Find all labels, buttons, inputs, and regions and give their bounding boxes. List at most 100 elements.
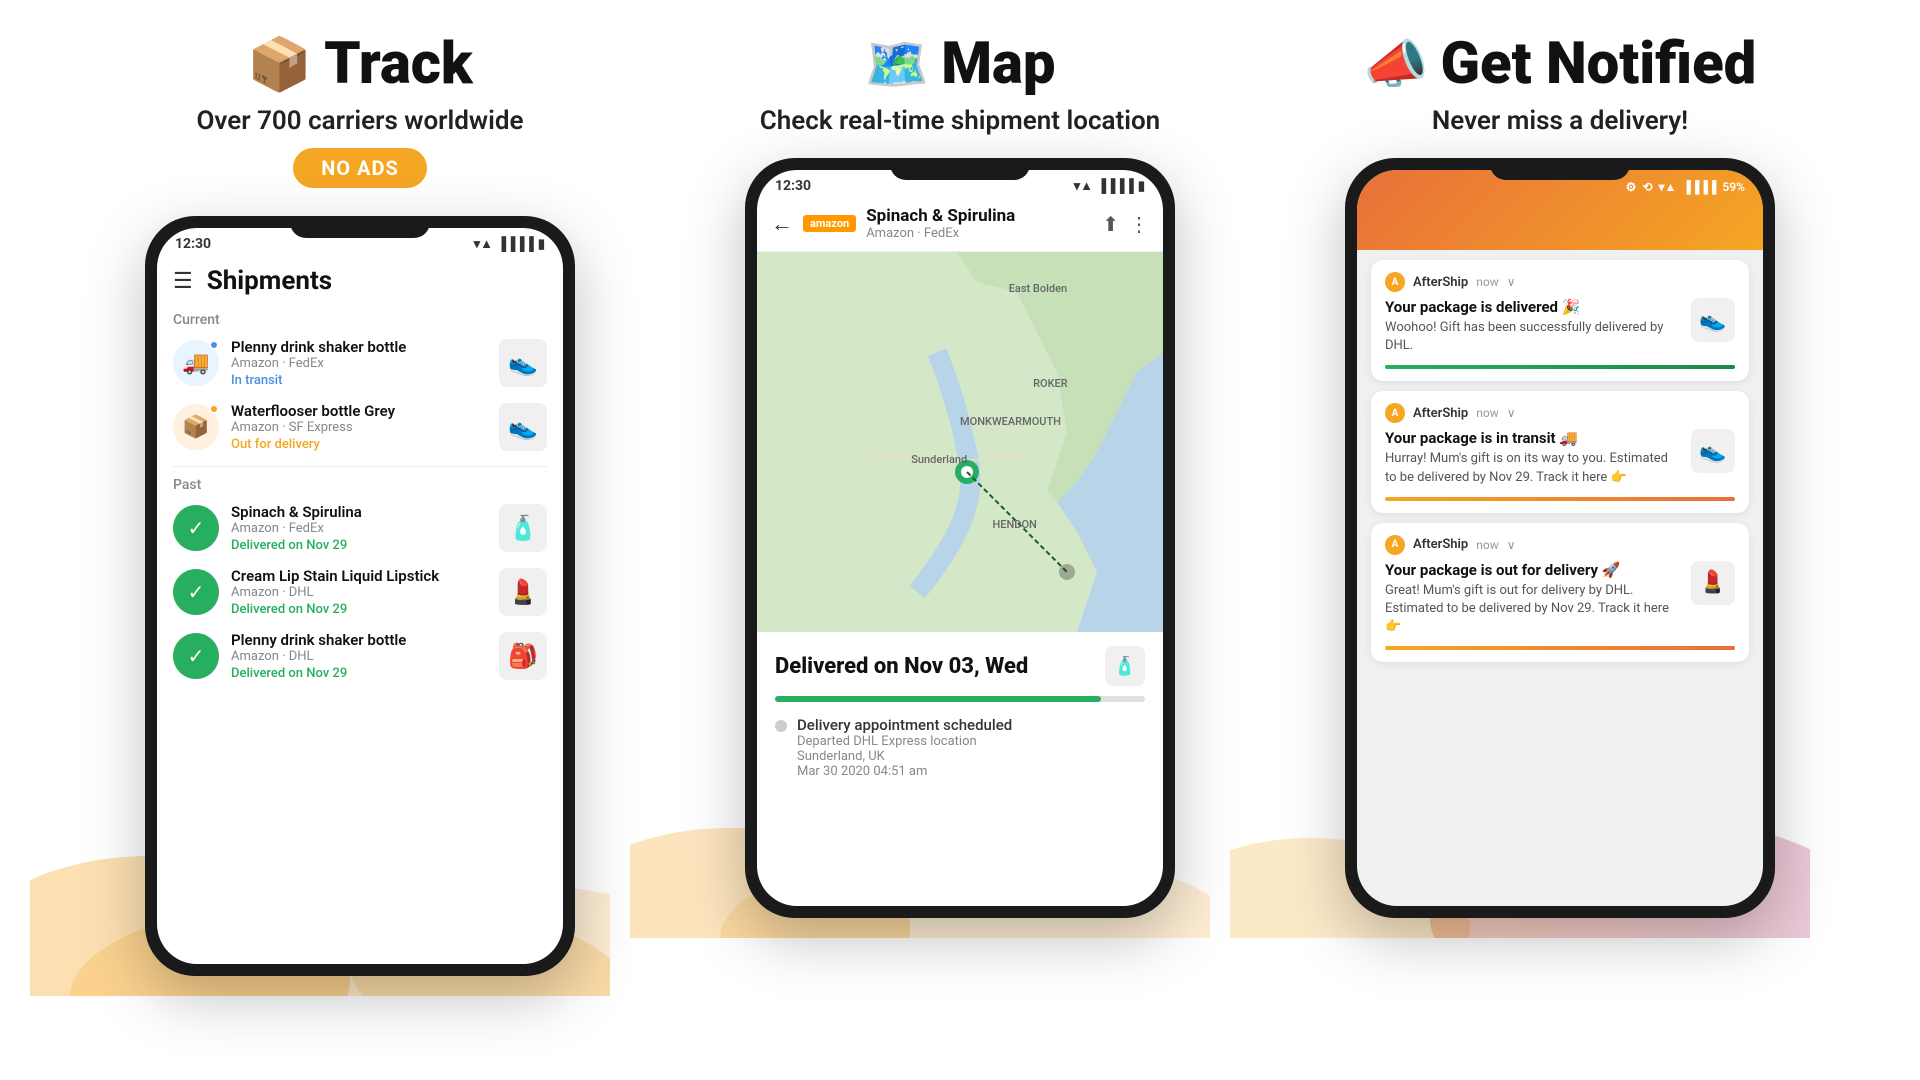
checkmark-1: ✓ <box>173 505 219 551</box>
map-bottom-info: Delivered on Nov 03, Wed 🧴 Delivery appo… <box>757 632 1163 793</box>
notif-body-1: Your package is delivered 🎉 Woohoo! Gift… <box>1385 298 1735 355</box>
map-subtitle: Check real-time shipment location <box>760 106 1160 136</box>
battery-icon: ▮ <box>538 237 545 252</box>
signal-icon-3: ▐▐▐▐ <box>1682 180 1716 194</box>
past-name-1: Spinach & Spirulina <box>231 503 487 521</box>
notif-chevron-3: ∨ <box>1507 538 1516 552</box>
map-screen-header: ← amazon Spinach & Spirulina Amazon · Fe… <box>757 198 1163 252</box>
hamburger-icon[interactable]: ☰ <box>173 269 193 294</box>
notif-title-3: Your package is out for delivery 🚀 <box>1385 561 1681 579</box>
notif-app-1: AfterShip <box>1413 275 1468 290</box>
checkmark-3: ✓ <box>173 633 219 679</box>
progress-bar <box>775 696 1145 702</box>
notif-header-2: A AfterShip now ∨ <box>1385 403 1735 423</box>
shipment-info-1: Plenny drink shaker bottle Amazon · FedE… <box>231 338 487 388</box>
notif-title-1: Your package is delivered 🎉 <box>1385 298 1681 316</box>
track-column: 📦 Track Over 700 carriers worldwide NO A… <box>70 30 650 976</box>
notif-thumb-2: 👟 <box>1691 429 1735 473</box>
shipment-info-2: Waterflooser bottle Grey Amazon · SF Exp… <box>231 402 487 452</box>
divider-1 <box>173 466 547 467</box>
delivered-date: Delivered on Nov 03, Wed 🧴 <box>775 646 1145 686</box>
notif-card-2[interactable]: A AfterShip now ∨ Your package is in tra… <box>1371 391 1749 512</box>
past-item-3[interactable]: ✓ Plenny drink shaker bottle Amazon · DH… <box>173 631 547 681</box>
bt-icon: ⚙ <box>1626 180 1637 194</box>
map-label-sunderland: Sunderland <box>911 453 967 466</box>
notif-desc-3: Great! Mum's gift is out for delivery by… <box>1385 582 1681 637</box>
aftership-logo-3: A <box>1385 535 1405 555</box>
status-time-1: 12:30 <box>175 236 211 252</box>
track-subtitle: Over 700 carriers worldwide <box>196 106 523 136</box>
map-package-carrier: Amazon · FedEx <box>866 226 1092 241</box>
truck-icon: 🚚 <box>182 351 209 376</box>
event-date: Mar 30 2020 04:51 am <box>797 764 1012 779</box>
phone-notch-2 <box>890 158 1030 180</box>
notif-time-1: now <box>1476 275 1499 289</box>
wifi-icon-3: ▾▲ <box>1659 180 1677 194</box>
event-location: Sunderland, UK <box>797 749 1012 764</box>
notify-subtitle: Never miss a delivery! <box>1432 106 1688 136</box>
past-name-3: Plenny drink shaker bottle <box>231 631 487 649</box>
notify-title: Get Notified <box>1440 30 1756 98</box>
more-icon[interactable]: ⋮ <box>1129 212 1149 236</box>
wifi-icon-2: ▾▲ <box>1074 178 1093 194</box>
notif-card-3[interactable]: A AfterShip now ∨ Your package is out fo… <box>1371 523 1749 663</box>
tracking-event: Delivery appointment scheduled Departed … <box>775 716 1145 779</box>
shipment-name-1: Plenny drink shaker bottle <box>231 338 487 356</box>
map-phone: 12:30 ▾▲ ▐▐▐▐ ▮ ← amazon Spinach & Spiru… <box>745 158 1175 918</box>
phone-notch-3 <box>1490 158 1630 180</box>
notify-column: 📣 Get Notified Never miss a delivery! <box>1270 30 1850 918</box>
notif-chevron-2: ∨ <box>1507 406 1516 420</box>
notif-header-3: A AfterShip now ∨ <box>1385 535 1735 555</box>
main-container: 📦 Track Over 700 carriers worldwide NO A… <box>0 0 1920 1080</box>
map-label-east-bolden: East Bolden <box>1009 282 1067 295</box>
phone-notch-1 <box>290 216 430 238</box>
current-section-label: Current <box>173 312 547 328</box>
notif-desc-2: Hurray! Mum's gift is on its way to you.… <box>1385 450 1681 486</box>
notif-app-2: AfterShip <box>1413 406 1468 421</box>
map-header: 🗺️ Map Check real-time shipment location <box>760 30 1160 148</box>
notif-list: A AfterShip now ∨ Your package is delive… <box>1357 250 1763 672</box>
notif-desc-1: Woohoo! Gift has been successfully deliv… <box>1385 319 1681 355</box>
notify-phone: ⚙ ⟲ ▾▲ ▐▐▐▐ 59% A After <box>1345 158 1775 918</box>
map-title: Map <box>941 30 1055 98</box>
notif-time-3: now <box>1476 538 1499 552</box>
notif-card-1[interactable]: A AfterShip now ∨ Your package is delive… <box>1371 260 1749 381</box>
shipment-item-2[interactable]: 📦 Waterflooser bottle Grey Amazon · SF E… <box>173 402 547 452</box>
track-title-row: 📦 Track <box>247 30 472 98</box>
notif-accent-2 <box>1385 497 1735 501</box>
shipment-icon-1: 🚚 <box>173 340 219 386</box>
map-label-roker: ROKER <box>1033 377 1068 390</box>
track-title: Track <box>324 30 473 98</box>
past-item-1[interactable]: ✓ Spinach & Spirulina Amazon · FedEx Del… <box>173 503 547 553</box>
event-subtitle: Departed DHL Express location <box>797 734 1012 749</box>
share-icon[interactable]: ⬆ <box>1102 212 1119 236</box>
past-name-2: Cream Lip Stain Liquid Lipstick <box>231 567 487 585</box>
no-ads-badge: NO ADS <box>293 148 427 188</box>
orient-icon: ⟲ <box>1642 180 1652 194</box>
shipment-icon-2: 📦 <box>173 404 219 450</box>
notify-phone-wrap: ⚙ ⟲ ▾▲ ▐▐▐▐ 59% A After <box>1270 158 1850 918</box>
map-svg <box>757 252 1163 632</box>
back-button[interactable]: ← <box>771 211 793 237</box>
event-dot <box>775 720 787 732</box>
notif-body-3: Your package is out for delivery 🚀 Great… <box>1385 561 1735 637</box>
past-thumb-2: 💄 <box>499 568 547 616</box>
map-action-icons: ⬆ ⋮ <box>1102 212 1149 236</box>
shipment-item-1[interactable]: 🚚 Plenny drink shaker bottle Amazon · Fe… <box>173 338 547 388</box>
map-label-hendon: HENDON <box>992 518 1036 531</box>
battery-icon-2: ▮ <box>1138 179 1145 194</box>
shipment-name-2: Waterflooser bottle Grey <box>231 402 487 420</box>
map-title-row: 🗺️ Map <box>864 30 1055 98</box>
shipment-status-1: In transit <box>231 373 487 388</box>
track-phone-wrap: 12:30 ▾▲ ▐▐▐▐ ▮ ☰ Shipments Cur <box>70 216 650 976</box>
past-info-1: Spinach & Spirulina Amazon · FedEx Deliv… <box>231 503 487 553</box>
notif-text-2: Your package is in transit 🚚 Hurray! Mum… <box>1385 429 1681 486</box>
shipment-carrier-2: Amazon · SF Express <box>231 420 487 435</box>
past-thumb-1: 🧴 <box>499 504 547 552</box>
shipments-screen-title: Shipments <box>207 266 332 296</box>
signal-icon-2: ▐▐▐▐ <box>1097 178 1134 194</box>
past-item-2[interactable]: ✓ Cream Lip Stain Liquid Lipstick Amazon… <box>173 567 547 617</box>
battery-pct: 59% <box>1722 180 1745 194</box>
shipment-carrier-1: Amazon · FedEx <box>231 356 487 371</box>
map-package-name: Spinach & Spirulina <box>866 206 1092 226</box>
